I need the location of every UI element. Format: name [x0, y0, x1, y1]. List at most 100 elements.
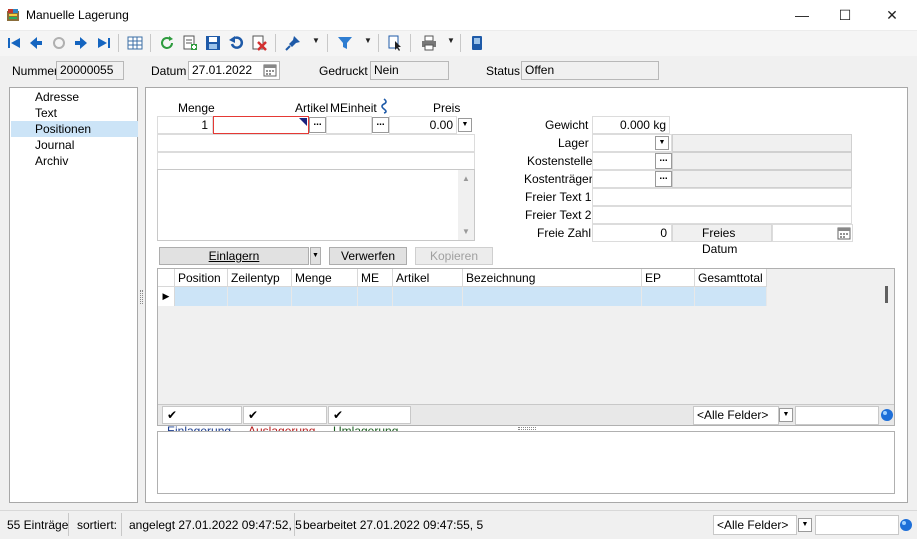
toolbar-separator	[378, 34, 379, 52]
nav-item-archiv[interactable]: Archiv	[11, 153, 138, 169]
pin-dropdown-icon[interactable]: ▼	[312, 36, 320, 45]
status-field-filter-select[interactable]: <Alle Felder>	[713, 515, 797, 535]
entry-row-2[interactable]	[157, 134, 475, 152]
sort-status: sortiert:	[77, 518, 118, 532]
nav-item-text[interactable]: Text	[11, 105, 138, 121]
einlagerung-filter[interactable]: ✔ Einlagerung	[162, 406, 242, 438]
pin-icon[interactable]	[284, 34, 302, 52]
toolbar-separator	[150, 34, 151, 52]
table-row[interactable]	[393, 287, 463, 306]
gewicht-field[interactable]: 0.000 kg	[592, 116, 670, 134]
preis-dropdown-button[interactable]: ▼	[458, 118, 472, 132]
gewicht-label: Gewicht	[545, 118, 589, 132]
table-row[interactable]	[175, 287, 228, 306]
preis-header: Preis	[433, 101, 461, 115]
nummer-field[interactable]: 20000055	[56, 61, 124, 80]
preis-input[interactable]: 0.00	[389, 116, 457, 134]
kostentraeger-lookup-button[interactable]: ...	[655, 171, 672, 187]
col-header-position[interactable]: Position	[175, 269, 228, 287]
calendar-icon[interactable]	[263, 63, 277, 82]
meinheit-lookup-button[interactable]: ...	[372, 117, 389, 133]
grid-scrollbar-thumb[interactable]	[885, 286, 888, 303]
table-view-icon[interactable]	[126, 34, 144, 52]
minimize-button[interactable]: —	[779, 0, 825, 31]
freier-text2-field[interactable]	[592, 206, 852, 224]
einlagern-button[interactable]: Einlagern	[159, 247, 309, 265]
freier-text2-label: Freier Text 2	[525, 208, 592, 222]
grid-search-input[interactable]	[795, 406, 879, 425]
freier-text1-field[interactable]	[592, 188, 852, 206]
toolbar-separator	[327, 34, 328, 52]
filter-icon[interactable]	[336, 34, 354, 52]
verwerfen-button[interactable]: Verwerfen	[329, 247, 407, 265]
col-header-artikel[interactable]: Artikel	[393, 269, 463, 287]
nav-item-positionen[interactable]: Positionen	[11, 121, 138, 137]
save-icon[interactable]	[204, 34, 222, 52]
row-indicator-icon: ▶	[158, 287, 175, 306]
field-filter-dropdown-button[interactable]: ▼	[779, 408, 793, 422]
artikel-input[interactable]	[213, 116, 309, 134]
entry-textarea[interactable]: ▲ ▼	[157, 169, 475, 241]
next-record-icon[interactable]	[72, 34, 90, 52]
title-bar: Manuelle Lagerung — ☐ ✕	[0, 0, 917, 31]
entry-row-3[interactable]	[157, 152, 475, 170]
notes-area[interactable]	[157, 431, 895, 494]
link-icon[interactable]	[379, 98, 389, 117]
table-row[interactable]	[292, 287, 358, 306]
col-header-gesamttotal[interactable]: Gesamttotal	[695, 269, 767, 287]
first-record-icon[interactable]	[5, 34, 23, 52]
gedruckt-label: Gedruckt	[319, 64, 368, 78]
filter-dropdown-icon[interactable]: ▼	[364, 36, 372, 45]
document-select-icon[interactable]	[386, 34, 404, 52]
previous-record-icon[interactable]	[27, 34, 45, 52]
splitter-handle[interactable]	[518, 427, 536, 430]
datum-field[interactable]: 27.01.2022	[188, 61, 280, 80]
gewicht-unit: kg	[653, 118, 666, 132]
auslagerung-filter[interactable]: ✔ Auslagerung	[243, 406, 327, 438]
print-icon[interactable]	[420, 34, 438, 52]
artikel-lookup-button[interactable]: ...	[309, 117, 326, 133]
field-filter-select[interactable]: <Alle Felder>	[693, 406, 779, 425]
lager-dropdown-button[interactable]: ▼	[655, 136, 669, 150]
table-row[interactable]	[228, 287, 292, 306]
table-row[interactable]	[463, 287, 642, 306]
status-search-input[interactable]	[815, 515, 899, 535]
reload-icon[interactable]	[158, 34, 176, 52]
device-icon[interactable]	[468, 34, 486, 52]
status-field-filter-dropdown-button[interactable]: ▼	[798, 518, 812, 532]
menge-input[interactable]: 1	[157, 116, 213, 134]
einlagern-dropdown-button[interactable]: ▼	[310, 247, 321, 265]
delete-icon[interactable]	[250, 34, 268, 52]
col-header-menge[interactable]: Menge	[292, 269, 358, 287]
undo-icon[interactable]	[227, 34, 245, 52]
freie-zahl-field[interactable]: 0	[592, 224, 672, 242]
kostenstelle-lookup-button[interactable]: ...	[655, 153, 672, 169]
table-row[interactable]	[358, 287, 393, 306]
search-globe-icon[interactable]	[880, 408, 894, 425]
close-button[interactable]: ✕	[869, 0, 915, 31]
menge-header: Menge	[178, 101, 215, 115]
last-record-icon[interactable]	[95, 34, 113, 52]
nav-item-journal[interactable]: Journal	[11, 137, 138, 153]
check-icon: ✔	[333, 408, 344, 422]
nav-item-adresse[interactable]: Adresse	[11, 89, 138, 105]
splitter-handle[interactable]	[140, 290, 143, 304]
umlagerung-filter[interactable]: ✔ Umlagerung	[328, 406, 411, 438]
search-globe-icon[interactable]	[899, 518, 913, 535]
table-row[interactable]	[642, 287, 695, 306]
print-dropdown-icon[interactable]: ▼	[447, 36, 455, 45]
textarea-scrollbar[interactable]: ▲ ▼	[458, 170, 474, 240]
col-header-me[interactable]: ME	[358, 269, 393, 287]
toolbar-separator	[118, 34, 119, 52]
col-header-bezeichnung[interactable]: Bezeichnung	[463, 269, 642, 287]
created-info: angelegt 27.01.2022 09:47:52, 5	[129, 518, 302, 532]
table-row[interactable]	[695, 287, 767, 306]
freies-datum-field[interactable]	[772, 224, 853, 242]
col-header-ep[interactable]: EP	[642, 269, 695, 287]
meinheit-input[interactable]	[326, 116, 372, 134]
calendar-icon[interactable]	[837, 226, 851, 243]
maximize-button[interactable]: ☐	[822, 0, 868, 31]
col-header-zeilentyp[interactable]: Zeilentyp	[228, 269, 292, 287]
new-record-icon[interactable]	[181, 34, 199, 52]
grid-scrollbar[interactable]	[880, 269, 894, 404]
